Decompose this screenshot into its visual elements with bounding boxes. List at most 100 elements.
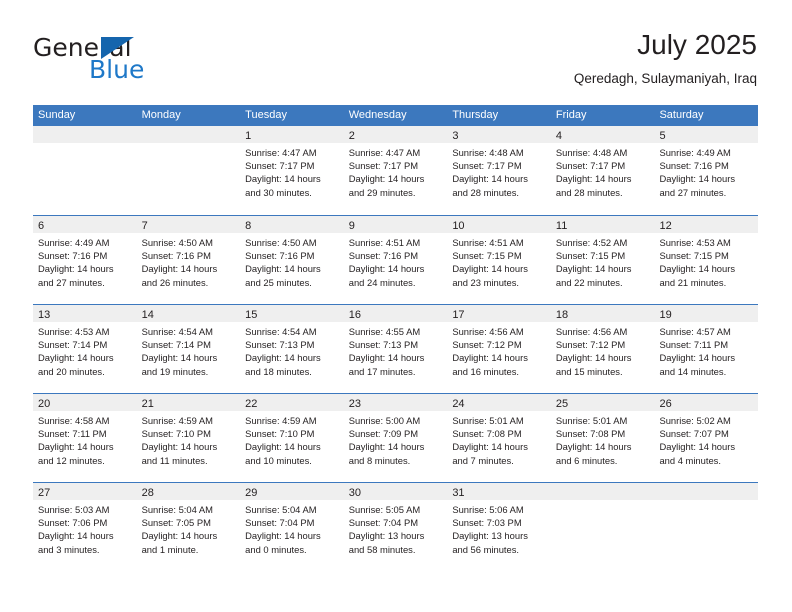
sunset-text: Sunset: 7:17 PM xyxy=(245,160,315,172)
daylight-text: Daylight: 14 hours and 16 minutes. xyxy=(452,352,528,377)
calendar-day-cell[interactable]: 12 Sunrise: 4:53 AM Sunset: 7:15 PM Dayligh… xyxy=(654,216,759,304)
weekday-saturday: Saturday xyxy=(659,109,704,121)
day-number-band: 24 xyxy=(447,394,551,411)
page-title: July 2025 xyxy=(637,29,757,60)
sunset-text: Sunset: 7:12 PM xyxy=(555,339,626,351)
calendar-day-cell[interactable]: 2 Sunrise: 4:47 AM Sunset: 7:17 PM Daylight… xyxy=(343,126,448,215)
day-details: Sunrise: 4:53 AM Sunset: 7:15 PM Daylight:… xyxy=(654,233,758,289)
day-number: 30 xyxy=(348,487,361,499)
day-number: 19 xyxy=(659,309,672,321)
daylight-text: Daylight: 14 hours and 27 minutes. xyxy=(38,263,114,288)
sunset-text: Sunset: 7:07 PM xyxy=(659,428,729,440)
calendar-day-cell[interactable]: 3 Sunrise: 4:48 AM Sunset: 7:17 PM Daylight… xyxy=(447,126,551,215)
sunset-text: Sunset: 7:13 PM xyxy=(348,339,419,351)
calendar-day-cell[interactable]: 4 Sunrise: 4:48 AM Sunset: 7:17 PM Daylight… xyxy=(550,126,655,215)
sunrise-text: Sunrise: 5:02 AM xyxy=(659,415,731,426)
calendar-day-cell[interactable]: 25 Sunrise: 5:01 AM Sunset: 7:08 PM Dayligh… xyxy=(550,394,655,482)
sunset-text: Sunset: 7:03 PM xyxy=(452,517,522,529)
day-details: Sunrise: 5:06 AM Sunset: 7:03 PM Daylight:… xyxy=(447,500,551,556)
day-number: 4 xyxy=(555,130,563,142)
day-number-band: 16 xyxy=(343,305,448,322)
day-number: 11 xyxy=(555,220,568,232)
sunrise-text: Sunrise: 4:50 AM xyxy=(141,237,213,248)
day-number: 18 xyxy=(555,309,569,321)
calendar-day-cell[interactable]: 23 Sunrise: 5:00 AM Sunset: 7:09 PM Dayligh… xyxy=(343,394,448,482)
daylight-text: Daylight: 14 hours and 15 minutes. xyxy=(555,352,632,377)
daylight-text: Daylight: 14 hours and 19 minutes. xyxy=(141,352,218,377)
day-number: 10 xyxy=(452,220,465,232)
calendar-day-cell-empty xyxy=(136,126,241,215)
day-number: 29 xyxy=(245,487,258,499)
sunset-text: Sunset: 7:13 PM xyxy=(245,339,315,351)
calendar-day-cell[interactable]: 11 Sunrise: 4:52 AM Sunset: 7:15 PM Dayligh… xyxy=(550,216,655,304)
calendar-day-cell[interactable]: 22 Sunrise: 4:59 AM Sunset: 7:10 PM Dayligh… xyxy=(240,394,344,482)
day-number-band: 25 xyxy=(550,394,655,411)
calendar-page: General Blue July 2025 Qeredagh, Sulayma… xyxy=(0,0,792,612)
calendar-day-cell[interactable]: 8 Sunrise: 4:50 AM Sunset: 7:16 PM Daylight… xyxy=(240,216,344,304)
day-details: Sunrise: 4:59 AM Sunset: 7:10 PM Daylight:… xyxy=(137,411,241,467)
day-details: Sunrise: 5:01 AM Sunset: 7:08 PM Daylight:… xyxy=(447,411,551,467)
day-number: 23 xyxy=(348,398,361,410)
weekday-wednesday: Wednesday xyxy=(348,109,407,121)
day-number: 1 xyxy=(245,130,252,142)
calendar-day-cell[interactable]: 28 Sunrise: 5:04 AM Sunset: 7:05 PM Dayligh… xyxy=(136,483,241,571)
sunrise-text: Sunrise: 4:51 AM xyxy=(348,237,421,248)
brand-logo[interactable]: General Blue xyxy=(33,34,223,86)
calendar-day-cell[interactable]: 24 Sunrise: 5:01 AM Sunset: 7:08 PM Dayligh… xyxy=(447,394,551,482)
weekday-friday: Friday xyxy=(555,109,587,121)
sunset-text: Sunset: 7:04 PM xyxy=(348,517,419,529)
sunrise-text: Sunrise: 4:58 AM xyxy=(38,415,110,426)
calendar-day-cell[interactable]: 26 Sunrise: 5:02 AM Sunset: 7:07 PM Dayligh… xyxy=(654,394,759,482)
day-number-band: 4 xyxy=(550,126,655,143)
calendar-day-cell[interactable]: 15 Sunrise: 4:54 AM Sunset: 7:13 PM Dayligh… xyxy=(240,305,344,393)
day-details: Sunrise: 4:56 AM Sunset: 7:12 PM Daylight:… xyxy=(447,322,551,378)
calendar-day-cell[interactable]: 16 Sunrise: 4:55 AM Sunset: 7:13 PM Dayligh… xyxy=(343,305,448,393)
calendar-day-cell[interactable]: 30 Sunrise: 5:05 AM Sunset: 7:04 PM Dayligh… xyxy=(343,483,448,571)
calendar-day-cell[interactable]: 9 Sunrise: 4:51 AM Sunset: 7:16 PM Daylight… xyxy=(343,216,448,304)
calendar-day-cell-empty xyxy=(550,483,655,571)
day-number: 15 xyxy=(245,309,258,321)
day-number: 28 xyxy=(141,487,154,499)
calendar-day-cell[interactable]: 13 Sunrise: 4:53 AM Sunset: 7:14 PM Dayligh… xyxy=(33,305,137,393)
day-number: 5 xyxy=(659,130,666,142)
weekday-sunday: Sunday xyxy=(38,109,76,121)
calendar-day-cell[interactable]: 1 Sunrise: 4:47 AM Sunset: 7:17 PM Daylight… xyxy=(240,126,344,215)
sunrise-text: Sunrise: 4:52 AM xyxy=(555,237,628,248)
day-number: 3 xyxy=(452,130,459,142)
calendar-day-cell[interactable]: 29 Sunrise: 5:04 AM Sunset: 7:04 PM Dayligh… xyxy=(240,483,344,571)
calendar-day-cell[interactable]: 14 Sunrise: 4:54 AM Sunset: 7:14 PM Dayligh… xyxy=(136,305,241,393)
calendar-day-cell-empty xyxy=(33,126,137,215)
day-number-band: 6 xyxy=(33,216,137,233)
calendar-day-cell[interactable]: 18 Sunrise: 4:56 AM Sunset: 7:12 PM Dayligh… xyxy=(550,305,655,393)
day-number-band: 3 xyxy=(447,126,551,143)
day-number: 7 xyxy=(141,220,148,232)
calendar-day-cell[interactable]: 10 Sunrise: 4:51 AM Sunset: 7:15 PM Dayligh… xyxy=(447,216,551,304)
sunset-text: Sunset: 7:06 PM xyxy=(38,517,108,529)
weekday-thursday: Thursday xyxy=(452,109,499,121)
sunrise-text: Sunrise: 4:55 AM xyxy=(348,326,421,337)
calendar-day-cell[interactable]: 27 Sunrise: 5:03 AM Sunset: 7:06 PM Dayligh… xyxy=(33,483,137,571)
calendar-day-cell[interactable]: 7 Sunrise: 4:50 AM Sunset: 7:16 PM Daylight… xyxy=(136,216,241,304)
calendar-day-cell[interactable]: 19 Sunrise: 4:57 AM Sunset: 7:11 PM Dayligh… xyxy=(654,305,759,393)
daylight-text: Daylight: 14 hours and 11 minutes. xyxy=(141,441,218,466)
day-number: 13 xyxy=(38,309,51,321)
day-number-band: 31 xyxy=(447,483,551,500)
sunrise-text: Sunrise: 4:59 AM xyxy=(245,415,317,426)
day-details: Sunrise: 4:54 AM Sunset: 7:13 PM Daylight:… xyxy=(240,322,344,378)
daylight-text: Daylight: 14 hours and 21 minutes. xyxy=(659,263,736,288)
calendar-day-cell[interactable]: 5 Sunrise: 4:49 AM Sunset: 7:16 PM Daylight… xyxy=(654,126,759,215)
day-number-band: 12 xyxy=(654,216,759,233)
calendar-day-cell[interactable]: 21 Sunrise: 4:59 AM Sunset: 7:10 PM Dayligh… xyxy=(136,394,241,482)
calendar-day-cell[interactable]: 17 Sunrise: 4:56 AM Sunset: 7:12 PM Dayligh… xyxy=(447,305,551,393)
calendar-day-cell[interactable]: 20 Sunrise: 4:58 AM Sunset: 7:11 PM Dayligh… xyxy=(33,394,137,482)
sunset-text: Sunset: 7:15 PM xyxy=(555,250,626,262)
daylight-text: Daylight: 14 hours and 24 minutes. xyxy=(348,263,425,288)
calendar-day-cell[interactable]: 31 Sunrise: 5:06 AM Sunset: 7:03 PM Dayligh… xyxy=(447,483,551,571)
sunrise-text: Sunrise: 4:49 AM xyxy=(38,237,110,248)
calendar-week-row: 20 Sunrise: 4:58 AM Sunset: 7:11 PM Dayligh… xyxy=(33,393,759,482)
calendar-week-row: 1 Sunrise: 4:47 AM Sunset: 7:17 PM Daylight… xyxy=(33,126,759,215)
day-details: Sunrise: 4:49 AM Sunset: 7:16 PM Daylight:… xyxy=(33,233,137,289)
day-number-band: 8 xyxy=(240,216,344,233)
page-subtitle: Qeredagh, Sulaymaniyah, Iraq xyxy=(573,71,757,86)
calendar-day-cell[interactable]: 6 Sunrise: 4:49 AM Sunset: 7:16 PM Daylight… xyxy=(33,216,137,304)
